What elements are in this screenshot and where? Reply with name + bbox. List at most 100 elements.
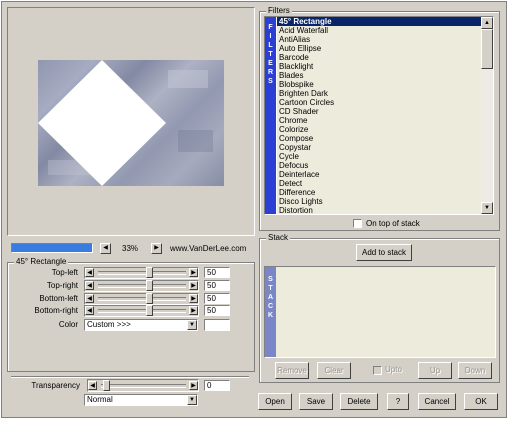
filter-list-item[interactable]: Deinterlace <box>277 170 481 179</box>
slider-groove <box>98 309 186 313</box>
param-slider[interactable]: ◀ ▶ <box>84 293 199 305</box>
filters-scrollbar[interactable]: ▲ ▼ <box>481 17 493 214</box>
stack-list-frame: STACK <box>264 266 496 358</box>
stack-band-letters: STACK <box>265 267 276 320</box>
website-link[interactable]: www.VanDerLee.com <box>170 243 246 254</box>
slider-right-arrow-icon[interactable]: ▶ <box>189 381 198 390</box>
filter-list-item[interactable]: Acid Waterfall <box>277 26 481 35</box>
filter-list-item[interactable]: AntiAlias <box>277 35 481 44</box>
filter-list-item[interactable]: CD Shader <box>277 107 481 116</box>
chevron-down-icon[interactable]: ▼ <box>187 320 197 330</box>
cancel-button[interactable]: Cancel <box>418 393 456 410</box>
filter-list-item[interactable]: Blades <box>277 71 481 80</box>
filter-list-item[interactable]: Defocus <box>277 161 481 170</box>
band-letter: C <box>267 303 274 310</box>
on-top-checkbox[interactable] <box>353 219 362 228</box>
band-letter: S <box>268 78 273 85</box>
color-select[interactable]: Custom >>> ▼ <box>84 319 198 331</box>
stack-label: Stack <box>266 233 291 243</box>
delete-button[interactable]: Delete <box>340 393 378 410</box>
up-button[interactable]: Up <box>418 362 452 379</box>
remove-button[interactable]: Remove <box>275 362 309 379</box>
scroll-thumb[interactable] <box>481 29 493 69</box>
down-button[interactable]: Down <box>458 362 492 379</box>
transparency-slider[interactable]: ◀ ▶ <box>87 379 199 392</box>
scroll-up-button[interactable]: ▲ <box>481 17 493 29</box>
clear-button[interactable]: Clear <box>317 362 351 379</box>
slider-thumb[interactable] <box>146 267 153 278</box>
filter-list[interactable]: 45° Rectangle Acid Waterfall AntiAlias Auto… <box>277 17 481 214</box>
filter-list-item[interactable]: Copystar <box>277 143 481 152</box>
zoom-in-button[interactable]: ▶ <box>151 243 162 254</box>
scroll-down-button[interactable]: ▼ <box>481 202 493 214</box>
slider-left-arrow-icon[interactable]: ◀ <box>85 294 94 303</box>
filter-list-item[interactable]: Difference <box>277 188 481 197</box>
slider-right-arrow-icon[interactable]: ▶ <box>189 306 198 315</box>
slider-left-arrow-icon[interactable]: ◀ <box>85 306 94 315</box>
slider-thumb[interactable] <box>146 305 153 316</box>
zoom-out-button[interactable]: ◀ <box>100 243 111 254</box>
chevron-down-icon[interactable]: ▼ <box>187 395 197 405</box>
filter-list-item[interactable]: Cartoon Circles <box>277 98 481 107</box>
slider-right-arrow-icon[interactable]: ▶ <box>189 281 198 290</box>
param-label: Top-left <box>51 268 78 277</box>
filter-list-item[interactable]: Brighten Dark <box>277 89 481 98</box>
band-letter: T <box>268 51 273 58</box>
transparency-label: Transparency <box>31 381 80 390</box>
filter-list-item[interactable]: Blobspike <box>277 80 481 89</box>
add-to-stack-button[interactable]: Add to stack <box>356 244 412 261</box>
preview-image[interactable] <box>38 60 224 186</box>
filter-list-item[interactable]: Detect <box>277 179 481 188</box>
slider-left-arrow-icon[interactable]: ◀ <box>85 268 94 277</box>
filter-list-item[interactable]: Compose <box>277 134 481 143</box>
filter-list-item[interactable]: Barcode <box>277 53 481 62</box>
upto-checkbox[interactable] <box>373 366 382 375</box>
ok-button[interactable]: OK <box>464 393 498 410</box>
filter-list-item[interactable]: Distortion <box>277 206 481 214</box>
color-swatch[interactable] <box>204 319 230 331</box>
param-slider[interactable]: ◀ ▶ <box>84 280 199 292</box>
slider-thumb[interactable] <box>146 293 153 304</box>
slider-thumb[interactable] <box>103 380 110 391</box>
filter-list-item[interactable]: Colorize <box>277 125 481 134</box>
param-slider[interactable]: ◀ ▶ <box>84 305 199 317</box>
transparency-value[interactable]: 0 <box>204 380 230 391</box>
save-button[interactable]: Save <box>299 393 333 410</box>
param-value[interactable]: 50 <box>204 293 230 304</box>
filter-list-item[interactable]: Blacklight <box>277 62 481 71</box>
slider-track[interactable] <box>99 380 188 391</box>
slider-track[interactable] <box>96 305 188 316</box>
open-button[interactable]: Open <box>258 393 292 410</box>
color-select-value: Custom >>> <box>87 320 131 329</box>
blend-mode-select[interactable]: Normal ▼ <box>84 394 198 406</box>
band-letter: R <box>267 69 274 76</box>
slider-left-arrow-icon[interactable]: ◀ <box>85 281 94 290</box>
param-label: Bottom-right <box>34 306 78 315</box>
slider-thumb[interactable] <box>146 280 153 291</box>
param-label: Top-right <box>46 281 78 290</box>
filter-list-item[interactable]: Disco Lights <box>277 197 481 206</box>
filter-list-item[interactable]: Auto Ellipse <box>277 44 481 53</box>
help-button[interactable]: ? <box>387 393 409 410</box>
slider-left-arrow-icon[interactable]: ◀ <box>88 381 97 390</box>
filter-list-item[interactable]: Cycle <box>277 152 481 161</box>
progress-fill <box>12 244 92 252</box>
color-label: Color <box>58 320 78 329</box>
slider-right-arrow-icon[interactable]: ▶ <box>189 268 198 277</box>
slider-right-arrow-icon[interactable]: ▶ <box>189 294 198 303</box>
slider-track[interactable] <box>96 293 188 304</box>
filter-list-item[interactable]: 45° Rectangle <box>277 17 481 26</box>
param-value[interactable]: 50 <box>204 267 230 278</box>
slider-track[interactable] <box>96 280 188 291</box>
filter-list-item[interactable]: Chrome <box>277 116 481 125</box>
param-value[interactable]: 50 <box>204 305 230 316</box>
progress-bar <box>11 243 93 253</box>
band-letter: T <box>268 285 273 292</box>
filters-band-letters: FILTERS <box>265 17 276 86</box>
param-value[interactable]: 50 <box>204 280 230 291</box>
band-letter: A <box>267 294 274 301</box>
parameters-label: 45° Rectangle <box>14 257 69 267</box>
slider-track[interactable] <box>96 267 188 278</box>
band-letter: I <box>269 33 272 40</box>
param-slider[interactable]: ◀ ▶ <box>84 267 199 279</box>
